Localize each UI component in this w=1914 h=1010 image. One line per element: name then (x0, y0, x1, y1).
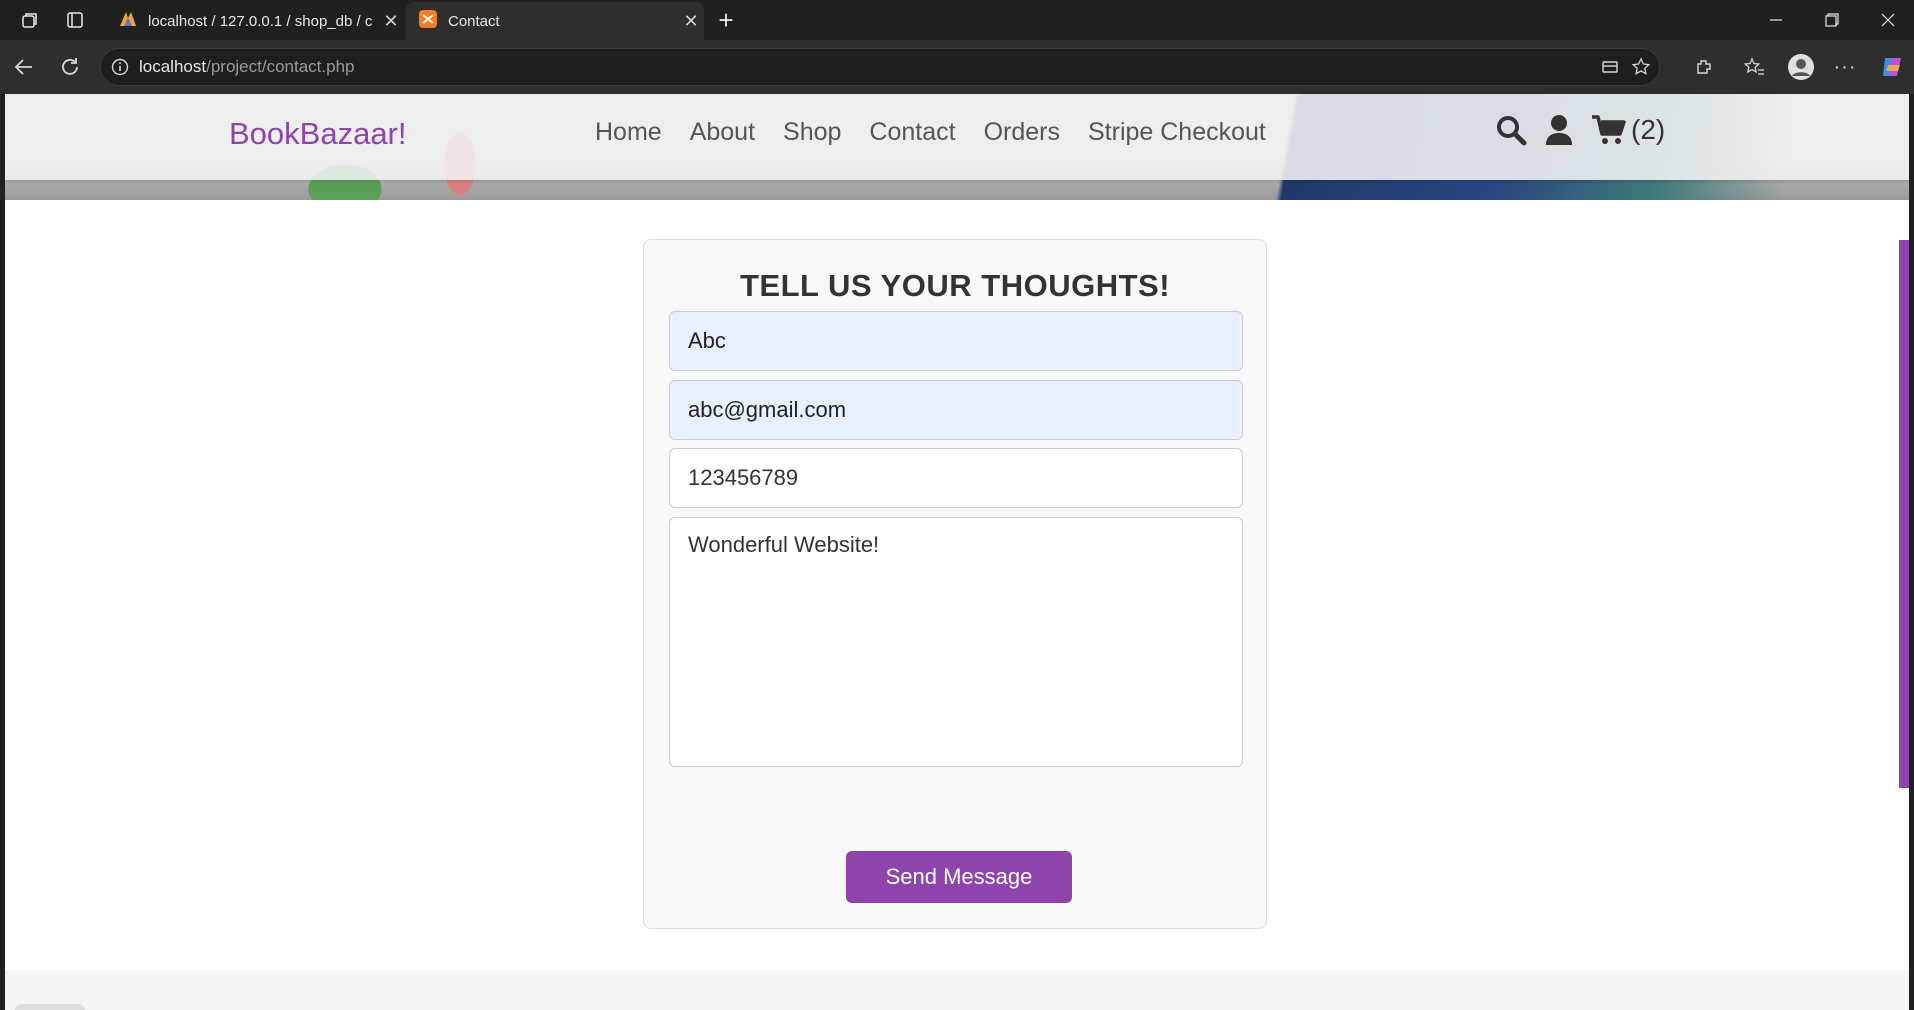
email-input[interactable]: abc@gmail.com (669, 380, 1243, 440)
minimize-icon[interactable] (1748, 0, 1804, 40)
tab-title: localhost / 127.0.0.1 / shop_db / c (148, 12, 373, 30)
workspaces-icon[interactable] (15, 5, 45, 35)
nav-shop[interactable]: Shop (783, 118, 841, 147)
more-options-icon[interactable]: ··· (1829, 51, 1861, 83)
browser-toolbar: localhost/project/contact.php ··· (0, 40, 1914, 94)
refresh-icon[interactable] (54, 51, 86, 83)
xampp-icon (418, 9, 438, 33)
contact-form: TELL US YOUR THOUGHTS! Abc abc@gmail.com… (643, 239, 1267, 929)
nav-about[interactable]: About (690, 118, 755, 147)
scrollbar-accent (1899, 240, 1909, 788)
tab-contact[interactable]: Contact ✕ (406, 2, 704, 40)
footer-element (15, 1004, 85, 1010)
favorite-star-icon[interactable] (1631, 57, 1651, 77)
url-path: /project/contact.php (206, 57, 355, 76)
close-window-icon[interactable] (1860, 0, 1914, 40)
address-bar[interactable]: localhost/project/contact.php (100, 48, 1660, 86)
cart-icon (1591, 114, 1627, 146)
restore-icon[interactable] (1804, 0, 1860, 40)
site-info-icon[interactable] (111, 58, 129, 76)
copilot-icon[interactable] (1876, 51, 1908, 83)
tab-phpmyadmin[interactable]: localhost / 127.0.0.1 / shop_db / c ✕ (106, 2, 404, 40)
site-header: BookBazaar! Home About Shop Contact Orde… (5, 94, 1909, 180)
page-viewport: BookBazaar! Home About Shop Contact Orde… (5, 94, 1909, 1010)
reader-view-icon[interactable] (1601, 58, 1619, 76)
nav-home[interactable]: Home (595, 118, 662, 147)
nav-contact[interactable]: Contact (869, 118, 955, 147)
url-text: localhost/project/contact.php (139, 57, 354, 77)
search-icon[interactable] (1495, 114, 1527, 146)
close-tab-icon[interactable]: ✕ (378, 11, 404, 32)
nav-stripe-checkout[interactable]: Stripe Checkout (1088, 118, 1266, 147)
favorites-icon[interactable] (1738, 51, 1770, 83)
send-message-button[interactable]: Send Message (846, 851, 1072, 903)
browser-tab-bar: localhost / 127.0.0.1 / shop_db / c ✕ Co… (0, 0, 1914, 40)
back-icon[interactable] (8, 51, 40, 83)
close-tab-icon[interactable]: ✕ (678, 11, 704, 32)
new-tab-icon[interactable]: + (711, 5, 741, 35)
nav-orders[interactable]: Orders (984, 118, 1060, 147)
tab-actions-icon[interactable] (60, 5, 90, 35)
site-logo[interactable]: BookBazaar! (229, 116, 407, 152)
message-textarea[interactable]: Wonderful Website! (669, 517, 1243, 767)
user-icon[interactable] (1545, 114, 1573, 146)
url-host: localhost (139, 57, 207, 76)
cart-count: (2) (1631, 114, 1666, 145)
name-input[interactable]: Abc (669, 311, 1243, 371)
main-nav: Home About Shop Contact Orders Stripe Ch… (595, 118, 1266, 147)
number-input[interactable]: 123456789 (669, 448, 1243, 508)
footer-band (5, 970, 1909, 1010)
cart-button[interactable]: (2) (1591, 114, 1665, 146)
phpmyadmin-icon (118, 9, 138, 33)
tab-title: Contact (448, 12, 500, 30)
header-icons: (2) (1495, 114, 1665, 146)
extensions-icon[interactable] (1688, 51, 1720, 83)
profile-avatar-icon[interactable] (1785, 51, 1817, 83)
form-title: TELL US YOUR THOUGHTS! (739, 268, 1171, 303)
